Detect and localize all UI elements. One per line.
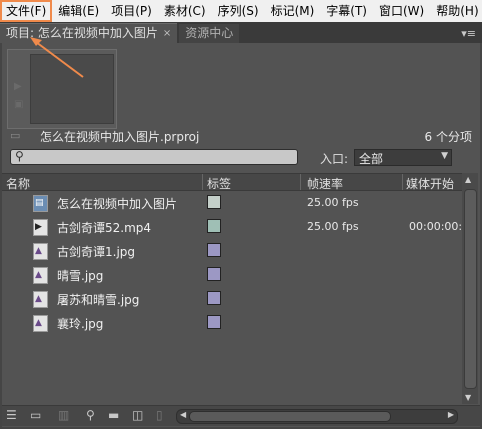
- item-media-start: 00:00:00:: [409, 220, 463, 233]
- entry-selected-value: 全部: [359, 152, 384, 166]
- menu-project[interactable]: 项目(P): [105, 0, 158, 22]
- label-swatch[interactable]: [207, 291, 221, 305]
- panel-menu-icon[interactable]: ▾≡: [461, 24, 476, 43]
- menu-sequence[interactable]: 序列(S): [212, 0, 265, 22]
- sequence-icon: ▤: [33, 195, 48, 212]
- panel-tab-bar: 项目: 怎么在视频中加入图片 × 资源中心 ▾≡: [0, 22, 482, 43]
- menu-bar: 文件(F) 编辑(E) 项目(P) 素材(C) 序列(S) 标记(M) 字幕(T…: [0, 0, 482, 23]
- label-swatch[interactable]: [207, 219, 221, 233]
- item-name: 襄玲.jpg: [57, 317, 104, 331]
- menu-title[interactable]: 字幕(T): [320, 0, 373, 22]
- search-icon: ⚲: [15, 149, 24, 163]
- column-divider[interactable]: [402, 174, 403, 190]
- list-view-icon[interactable]: ☰: [6, 408, 17, 422]
- image-file-icon: ▲: [33, 315, 48, 332]
- tab-project[interactable]: 项目: 怎么在视频中加入图片 ×: [0, 23, 178, 43]
- list-item[interactable]: ▲ 襄玲.jpg: [2, 311, 462, 335]
- tab-project-label: 项目: 怎么在视频中加入图片: [6, 26, 158, 40]
- column-media-start[interactable]: 媒体开始: [406, 175, 454, 192]
- thumbnail-side-icons: ▶ ▣: [14, 78, 26, 114]
- list-item[interactable]: ▶ 古剑奇谭52.mp4 25.00 fps 00:00:00:: [2, 215, 462, 239]
- scrollbar-thumb[interactable]: [464, 189, 477, 389]
- item-name: 屠苏和晴雪.jpg: [57, 293, 140, 307]
- list-item[interactable]: ▲ 屠苏和晴雪.jpg: [2, 287, 462, 311]
- label-swatch[interactable]: [207, 195, 221, 209]
- column-name[interactable]: 名称: [6, 175, 30, 192]
- video-file-icon: ▶: [33, 219, 48, 236]
- column-header-row: 名称 标签 帧速率 媒体开始: [2, 173, 462, 191]
- new-bin-icon[interactable]: ▬: [108, 408, 119, 422]
- label-swatch[interactable]: [207, 243, 221, 257]
- tab-media-browser-label: 资源中心: [185, 26, 234, 40]
- preview-frame: [30, 54, 114, 124]
- list-item[interactable]: ▲ 古剑奇谭1.jpg: [2, 239, 462, 263]
- image-file-icon: ▲: [33, 291, 48, 308]
- scroll-up-icon[interactable]: ▲: [465, 175, 471, 184]
- scroll-left-icon[interactable]: ◀: [180, 410, 186, 419]
- menu-file[interactable]: 文件(F): [0, 0, 53, 22]
- horizontal-scrollbar[interactable]: ◀ ▶: [176, 409, 458, 424]
- list-item[interactable]: ▲ 晴雪.jpg: [2, 263, 462, 287]
- column-divider[interactable]: [202, 174, 203, 190]
- automate-to-sequence-icon[interactable]: ▥: [58, 408, 69, 422]
- entry-label: 入口:: [320, 152, 349, 166]
- project-file-name: 怎么在视频中加入图片.prproj: [40, 130, 200, 144]
- folder-icon: ▭: [10, 129, 21, 142]
- close-icon[interactable]: ×: [163, 24, 171, 43]
- scroll-right-icon[interactable]: ▶: [448, 410, 454, 419]
- entry-dropdown[interactable]: 全部 ▼: [354, 149, 452, 166]
- column-label[interactable]: 标签: [207, 175, 231, 192]
- item-name: 怎么在视频中加入图片: [57, 197, 178, 211]
- item-count: 6 个分项: [424, 130, 472, 144]
- list-item[interactable]: ▤ 怎么在视频中加入图片 25.00 fps: [2, 191, 462, 215]
- item-frame-rate: 25.00 fps: [307, 220, 359, 233]
- item-name: 古剑奇谭1.jpg: [57, 245, 136, 259]
- project-panel: ▶ ▣ ▭ 怎么在视频中加入图片.prproj 6 个分项 ⚲ 入口: 全部 ▼…: [2, 43, 480, 427]
- vertical-scrollbar[interactable]: ▲ ▼: [462, 173, 478, 404]
- item-frame-rate: 25.00 fps: [307, 196, 359, 209]
- camera-icon: ▣: [14, 99, 24, 110]
- label-swatch[interactable]: [207, 315, 221, 329]
- menu-marker[interactable]: 标记(M): [265, 0, 321, 22]
- tab-media-browser[interactable]: 资源中心: [179, 24, 240, 43]
- column-frame-rate[interactable]: 帧速率: [307, 175, 343, 192]
- column-divider[interactable]: [300, 174, 301, 190]
- new-item-icon[interactable]: ◫: [132, 408, 143, 422]
- menu-window[interactable]: 窗口(W): [373, 0, 430, 22]
- horizontal-scrollbar-thumb[interactable]: [189, 411, 391, 422]
- icon-view-icon[interactable]: ▭: [30, 408, 41, 422]
- project-info-row: ▭ 怎么在视频中加入图片.prproj 6 个分项: [2, 127, 480, 145]
- play-icon: ▶: [14, 81, 22, 92]
- chevron-down-icon: ▼: [441, 151, 448, 161]
- menu-edit[interactable]: 编辑(E): [52, 0, 105, 22]
- preview-thumbnail: ▶ ▣: [7, 49, 117, 129]
- trash-icon[interactable]: ▯: [156, 408, 163, 422]
- item-name: 古剑奇谭52.mp4: [57, 221, 152, 235]
- image-file-icon: ▲: [33, 267, 48, 284]
- image-file-icon: ▲: [33, 243, 48, 260]
- find-icon[interactable]: ⚲: [86, 408, 95, 422]
- search-input[interactable]: ⚲: [10, 149, 298, 165]
- menu-help[interactable]: 帮助(H): [430, 0, 482, 22]
- scroll-down-icon[interactable]: ▼: [465, 393, 471, 402]
- label-swatch[interactable]: [207, 267, 221, 281]
- menu-clip[interactable]: 素材(C): [158, 0, 212, 22]
- item-name: 晴雪.jpg: [57, 269, 104, 283]
- bottom-toolbar: ☰ ▭ ▥ ⚲ ▬ ◫ ▯ ◀ ▶: [2, 405, 480, 426]
